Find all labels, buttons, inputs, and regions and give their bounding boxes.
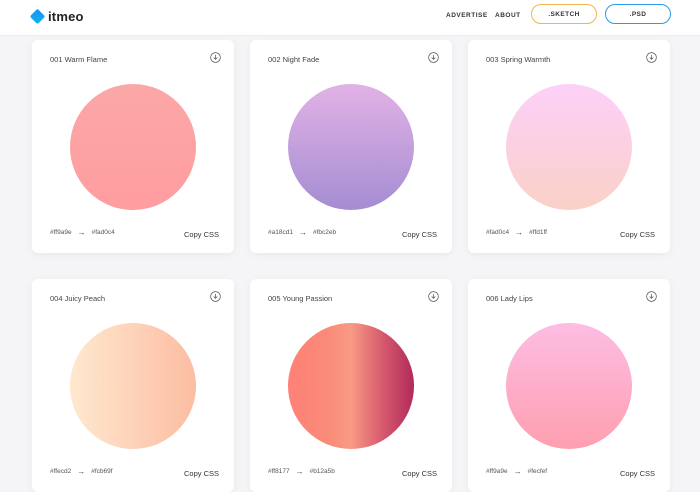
psd-download-button[interactable]: .PSD — [605, 4, 671, 24]
color-codes: #ff9a9e → #fecfef — [486, 467, 547, 476]
color-to: #fad0c4 — [91, 229, 115, 236]
gradient-card-young-passion[interactable]: 005 Young Passion #ff8177 → #b12a5b Copy… — [250, 279, 452, 492]
gradient-swatch — [506, 84, 632, 210]
arrow-right-icon: → — [298, 228, 307, 237]
copy-css-button[interactable]: Copy CSS — [184, 230, 219, 239]
sketch-download-button[interactable]: .SKETCH — [531, 4, 597, 24]
download-circle-icon[interactable] — [646, 291, 657, 302]
copy-css-button[interactable]: Copy CSS — [620, 230, 655, 239]
color-from: #ffecd2 — [50, 468, 72, 475]
copy-css-button[interactable]: Copy CSS — [402, 230, 437, 239]
gradient-swatch — [288, 323, 414, 449]
logo-diamond-icon — [29, 8, 46, 25]
color-from: #ff9a9e — [486, 468, 508, 475]
download-circle-icon[interactable] — [210, 52, 221, 63]
card-title: 005 Young Passion — [268, 294, 333, 303]
color-to: #fcb69f — [91, 468, 113, 475]
copy-css-button[interactable]: Copy CSS — [402, 469, 437, 478]
download-circle-icon[interactable] — [210, 291, 221, 302]
arrow-right-icon: → — [295, 467, 304, 476]
arrow-right-icon: → — [77, 467, 86, 476]
gradient-swatch — [70, 323, 196, 449]
color-to: #ffd1ff — [529, 229, 547, 236]
color-from: #a18cd1 — [268, 229, 293, 236]
arrow-right-icon: → — [513, 467, 522, 476]
gradient-card-spring-warmth[interactable]: 003 Spring Warmth #fad0c4 → #ffd1ff Copy… — [468, 40, 670, 253]
color-from: #ff8177 — [268, 468, 290, 475]
gradient-card-juicy-peach[interactable]: 004 Juicy Peach #ffecd2 → #fcb69f Copy C… — [32, 279, 234, 492]
card-title: 001 Warm Flame — [50, 55, 108, 64]
gradient-swatch — [70, 84, 196, 210]
nav-link-advertise[interactable]: ADVERTISE — [446, 12, 488, 19]
logo-text: itmeo — [48, 9, 84, 24]
color-to: #fbc2eb — [312, 229, 337, 236]
top-navigation-bar: itmeo ADVERTISE ABOUT .SKETCH .PSD — [0, 0, 700, 36]
gradient-card-warm-flame[interactable]: 001 Warm Flame #ff9a9e → #fad0c4 Copy CS… — [32, 40, 234, 253]
nav-link-about[interactable]: ABOUT — [495, 12, 521, 19]
copy-css-button[interactable]: Copy CSS — [620, 469, 655, 478]
color-codes: #ff8177 → #b12a5b — [268, 467, 335, 476]
color-codes: #a18cd1 → #fbc2eb — [268, 228, 336, 237]
card-title: 003 Spring Warmth — [486, 55, 551, 64]
gradient-swatch — [288, 84, 414, 210]
arrow-right-icon: → — [515, 228, 524, 237]
color-codes: #ff9a9e → #fad0c4 — [50, 228, 115, 237]
copy-css-button[interactable]: Copy CSS — [184, 469, 219, 478]
card-title: 006 Lady Lips — [486, 294, 533, 303]
color-codes: #fad0c4 → #ffd1ff — [486, 228, 547, 237]
download-circle-icon[interactable] — [428, 52, 439, 63]
download-circle-icon[interactable] — [646, 52, 657, 63]
arrow-right-icon: → — [77, 228, 86, 237]
color-to: #fecfef — [527, 468, 548, 475]
gradient-card-night-fade[interactable]: 002 Night Fade #a18cd1 → #fbc2eb Copy CS… — [250, 40, 452, 253]
gradient-swatch — [506, 323, 632, 449]
card-title: 002 Night Fade — [268, 55, 320, 64]
color-from: #ff9a9e — [50, 229, 72, 236]
card-title: 004 Juicy Peach — [50, 294, 106, 303]
color-from: #fad0c4 — [486, 229, 510, 236]
download-circle-icon[interactable] — [428, 291, 439, 302]
color-codes: #ffecd2 → #fcb69f — [50, 467, 113, 476]
logo[interactable]: itmeo — [29, 8, 84, 25]
gradient-card-lady-lips[interactable]: 006 Lady Lips #ff9a9e → #fecfef Copy CSS — [468, 279, 670, 492]
color-to: #b12a5b — [309, 468, 335, 475]
